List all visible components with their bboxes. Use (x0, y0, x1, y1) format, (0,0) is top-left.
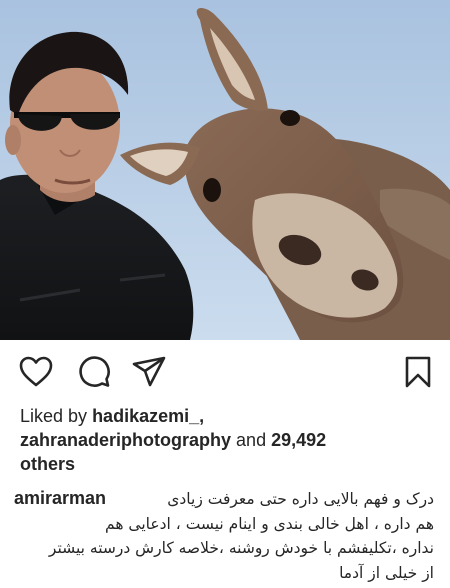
heart-icon (19, 356, 53, 387)
likes-prefix: Liked by (20, 406, 88, 426)
caption-line-1: amirarman درک و فهم بالایی داره حتی معرف… (14, 486, 434, 512)
liker-username-1[interactable]: hadikazemi_, (92, 406, 204, 426)
caption-line-4: از خیلی از آدما (339, 563, 434, 582)
comment-button[interactable] (76, 354, 112, 390)
like-button[interactable] (18, 354, 54, 390)
speech-bubble-icon (79, 356, 110, 387)
bookmark-icon (405, 356, 431, 388)
selfie-with-donkey-image (0, 0, 450, 340)
caption-line-3: نداره ،تکلیفشم با خودش روشنه ،خلاصه کارش… (48, 539, 434, 557)
post-action-bar (0, 340, 450, 404)
caption-line-1-text: درک و فهم بالایی داره حتی معرفت زیادی (167, 490, 434, 508)
liker-username-2[interactable]: zahranaderiphotography (20, 430, 231, 450)
likes-summary: Liked by hadikazemi_, zahranaderiphotogr… (20, 404, 440, 476)
post-photo[interactable] (0, 0, 450, 340)
share-button[interactable] (131, 354, 167, 390)
caption-author[interactable]: amirarman (14, 486, 106, 511)
likes-count[interactable]: 29,492 (271, 430, 326, 450)
caption-line-2: هم داره ، اهل خالی بندی و اینام نیست ، ا… (105, 514, 434, 533)
caption-text: amirarman درک و فهم بالایی داره حتی معرف… (14, 486, 434, 585)
save-button[interactable] (400, 354, 436, 390)
paper-plane-icon (132, 356, 166, 387)
likes-and-text: and (236, 430, 267, 450)
likes-others[interactable]: others (20, 454, 75, 474)
post-caption: amirarman درک و فهم بالایی داره حتی معرف… (14, 486, 434, 585)
